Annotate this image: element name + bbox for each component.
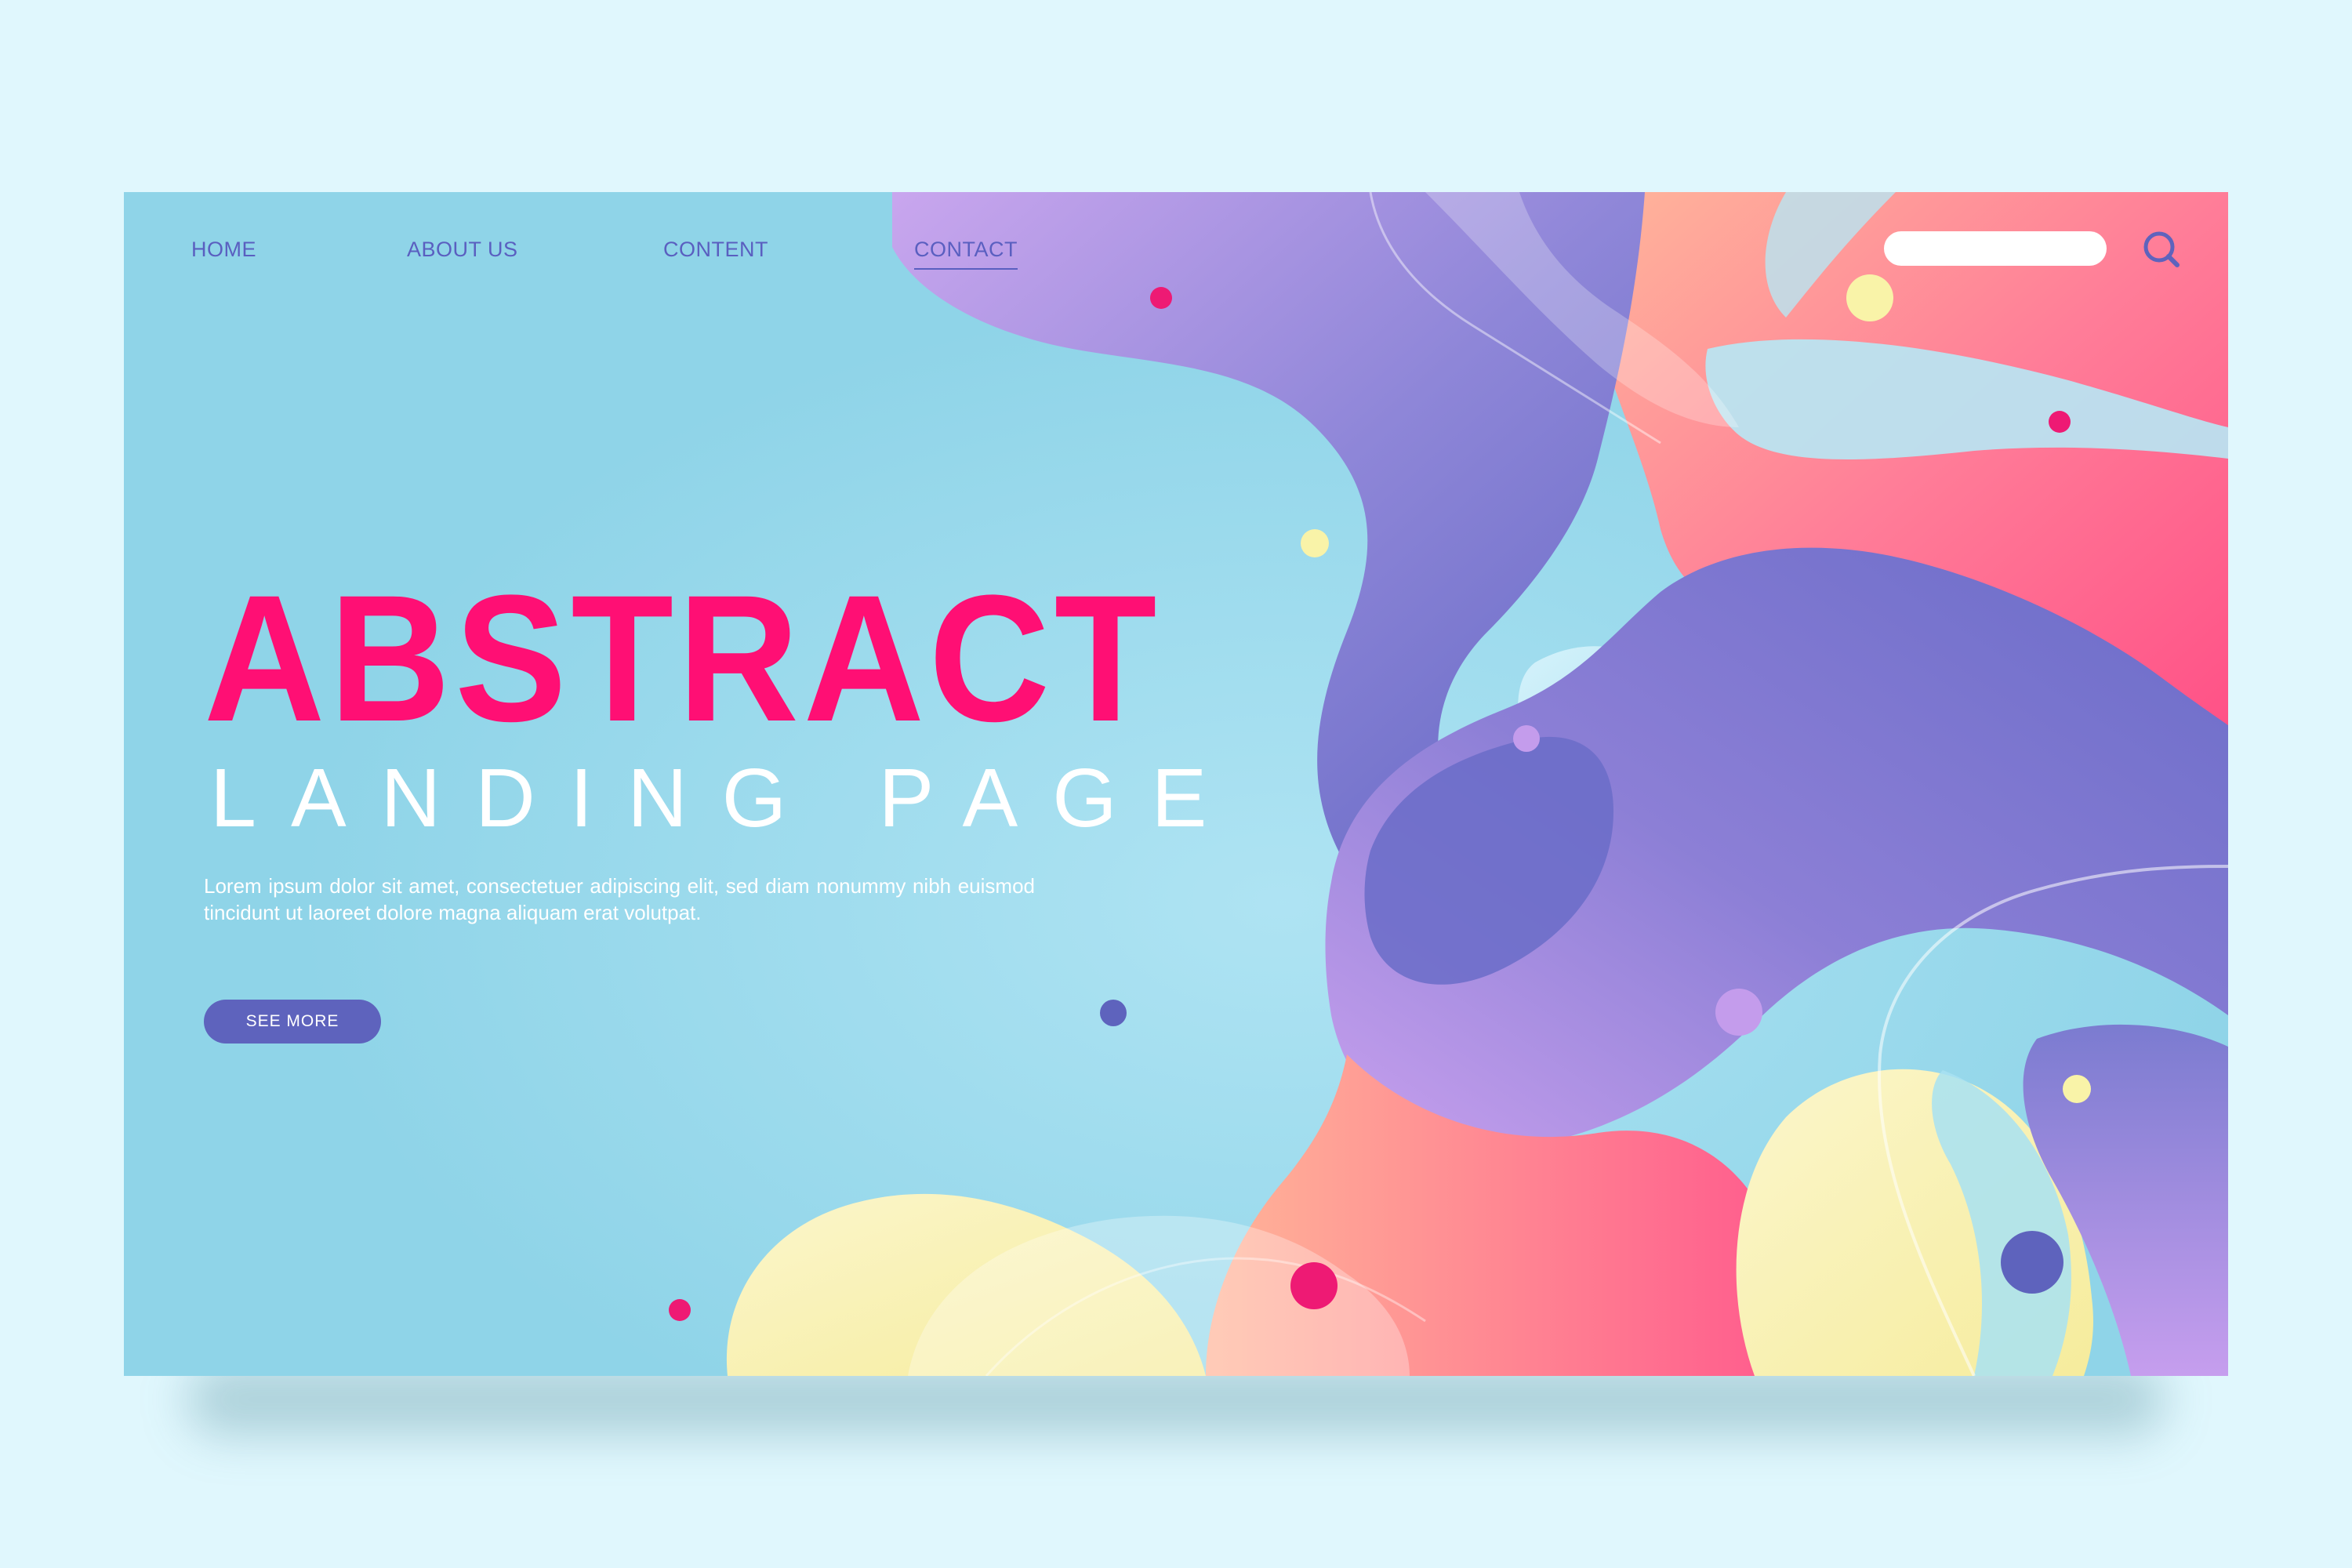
hero-subtitle: LANDING PAGE (210, 752, 1242, 844)
dot-lavender-1 (1513, 725, 1540, 752)
dot-purple-2 (2001, 1231, 2063, 1294)
nav-item-contact[interactable]: CONTACT (914, 238, 1018, 270)
nav-item-content[interactable]: CONTENT (663, 238, 768, 262)
search-input[interactable] (1884, 231, 2107, 266)
search-icon[interactable] (2140, 228, 2183, 270)
see-more-button[interactable]: SEE MORE (204, 1000, 381, 1044)
dot-pink-1 (1150, 287, 1172, 309)
dot-yellow-3 (2063, 1075, 2091, 1103)
dot-yellow-2 (1301, 529, 1329, 557)
dot-lavender-2 (1715, 989, 1762, 1036)
hero-title: ABSTRACT (204, 557, 1161, 759)
hero-description: Lorem ipsum dolor sit amet, consectetuer… (204, 874, 1035, 924)
dot-pink-4 (669, 1299, 691, 1321)
dot-pink-2 (2049, 411, 2071, 433)
nav-item-about-us[interactable]: ABOUT US (407, 238, 518, 262)
landing-page-frame: HOME ABOUT US CONTENT CONTACT ABSTRACT L… (124, 192, 2228, 1376)
nav-item-home[interactable]: HOME (191, 238, 256, 262)
dot-purple-1 (1100, 1000, 1127, 1026)
dot-pink-3 (1290, 1262, 1338, 1309)
dot-yellow-1 (1846, 274, 1893, 321)
